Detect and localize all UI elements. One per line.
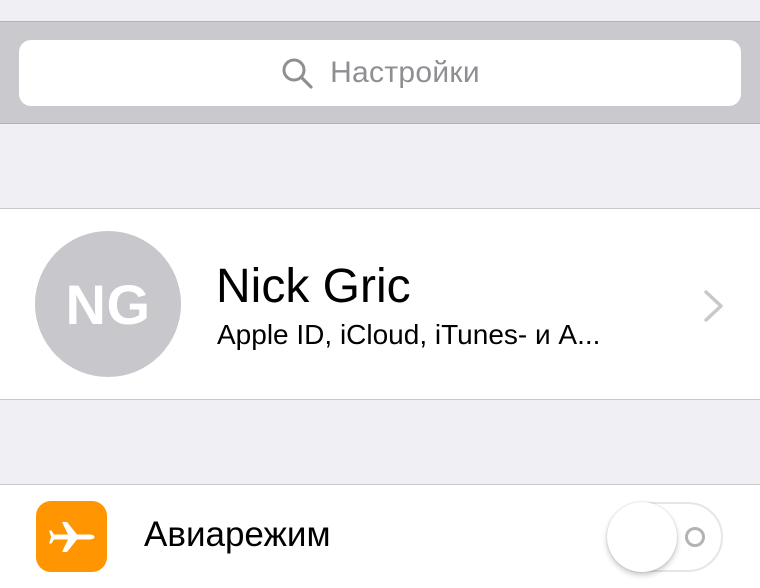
airplane-badge: [36, 501, 107, 572]
top-background: [0, 0, 760, 21]
avatar-initials: NG: [65, 272, 151, 336]
search-field[interactable]: Настройки: [19, 40, 741, 106]
toggle-knob[interactable]: [607, 502, 677, 572]
airplane-mode-toggle[interactable]: [607, 502, 723, 572]
section-gap: [0, 124, 760, 208]
airplane-icon: [48, 521, 94, 552]
avatar: NG: [35, 231, 181, 377]
section-gap: [0, 400, 760, 484]
search-icon: [282, 58, 313, 89]
chevron-right-icon: [704, 290, 723, 322]
toggle-off-indicator: [685, 527, 705, 547]
search-placeholder: Настройки: [330, 56, 480, 89]
profile-name: Nick Gric: [216, 260, 411, 313]
search-bar: Настройки: [0, 21, 760, 124]
airplane-mode-label: Авиарежим: [144, 515, 331, 554]
settings-item-airplane-mode[interactable]: Авиарежим: [0, 484, 760, 588]
profile-row[interactable]: NG Nick Gric Apple ID, iCloud, iTunes- и…: [0, 208, 760, 400]
profile-subtitle: Apple ID, iCloud, iTunes- и A...: [217, 319, 601, 350]
